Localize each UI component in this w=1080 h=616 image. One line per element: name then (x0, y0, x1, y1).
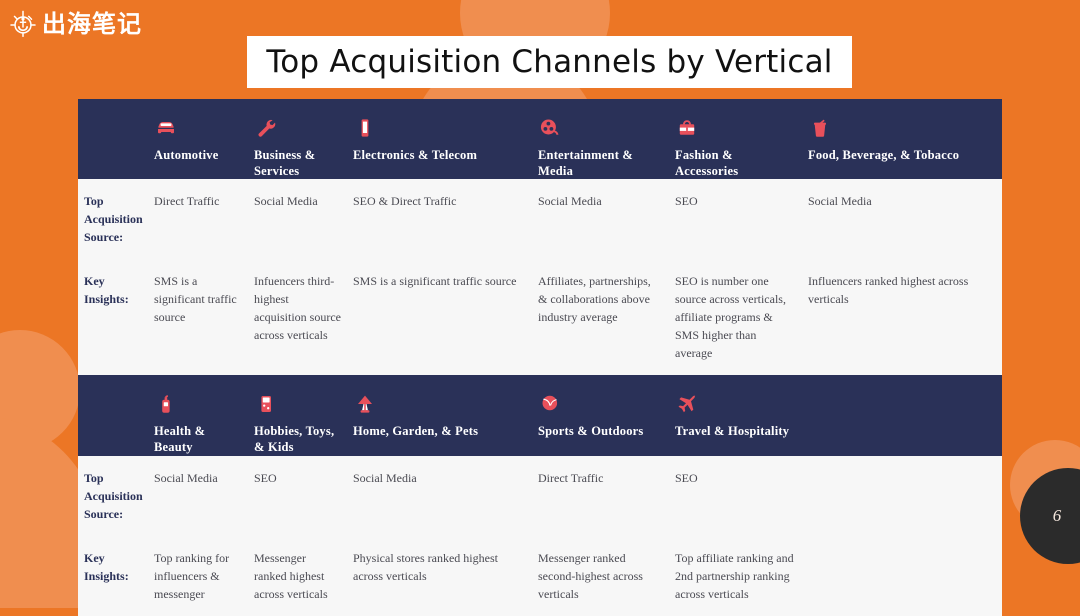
table-header-row-1: Automotive Business & Services Electroni… (78, 99, 1002, 180)
cell-value: SEO is number one source across vertical… (675, 274, 786, 361)
column-header-label: Food, Beverage, & Tobacco (808, 148, 960, 162)
handbag-icon (675, 117, 699, 141)
column-header-label: Travel & Hospitality (675, 424, 790, 439)
cell-value: Messenger ranked second-highest across v… (538, 550, 643, 601)
column-header-label: Hobbies, Toys, & Kids (254, 424, 335, 455)
handheld-game-console-icon (254, 393, 278, 417)
slide-title: Top Acquisition Channels by Vertical (266, 44, 833, 80)
column-header-label: Fashion & Accessories (675, 148, 739, 178)
table-row-key-insights-2: Key Insights: Top ranking for influencer… (78, 535, 1002, 616)
table-row-top-acquisition-source-1: Top Acquisition Source: Direct Traffic S… (78, 179, 1002, 260)
column-header-label: Electronics & Telecom (353, 148, 478, 162)
row-label: Top Acquisition Source: (84, 470, 143, 521)
airplane-icon (675, 393, 699, 417)
film-reel-icon (538, 117, 562, 141)
column-header-travel-hospitality: Travel & Hospitality (675, 375, 808, 455)
cell-value: SEO (675, 194, 698, 209)
cell-value: Social Media (254, 194, 318, 209)
column-header-label: Business & Services (254, 148, 316, 178)
column-header-electronics-telecom: Electronics & Telecom (353, 99, 538, 179)
column-header-label: Automotive (154, 148, 219, 162)
column-header-hobbies-toys-kids: Hobbies, Toys, & Kids (254, 375, 353, 455)
cell-value: SEO (675, 470, 698, 485)
column-header-automotive: Automotive (154, 99, 254, 179)
row-label: Key Insights: (84, 550, 129, 583)
slide-title-box: Top Acquisition Channels by Vertical (247, 36, 852, 88)
header-spacer-1 (84, 99, 154, 179)
cell-value: Social Media (154, 470, 218, 485)
row-label: Top Acquisition Source: (84, 194, 143, 245)
brand-logo: 出海笔记 (8, 9, 142, 39)
cell-value: Social Media (808, 194, 872, 209)
brand-name: 出海笔记 (42, 10, 142, 38)
cell-value: Infuencers third-highest acquisition sou… (254, 274, 341, 343)
column-header-sports-outdoors: Sports & Outdoors (538, 375, 675, 455)
drink-cup-icon (808, 117, 832, 141)
cell-value: SMS is a significant traffic source (154, 274, 237, 325)
lotion-bottle-icon (154, 393, 178, 417)
column-header-label: Sports & Outdoors (538, 424, 644, 439)
table-row-top-acquisition-source-2: Top Acquisition Source: Social Media SEO… (78, 455, 1002, 536)
column-header-label: Home, Garden, & Pets (353, 424, 479, 439)
column-header-label: Entertainment & Media (538, 148, 633, 178)
car-icon (154, 117, 178, 141)
row-label: Key Insights: (84, 274, 129, 307)
cell-value: SMS is a significant traffic source (353, 274, 517, 289)
cell-value: SEO (254, 470, 277, 485)
column-header-home-garden-pets: Home, Garden, & Pets (353, 375, 538, 455)
mobile-phone-icon (353, 117, 377, 141)
cell-value: Influencers ranked highest across vertic… (808, 274, 969, 307)
page-number: 6 (1052, 506, 1062, 525)
cell-value: Affiliates, partnerships, & collaboratio… (538, 274, 651, 325)
cell-value: Direct Traffic (154, 194, 220, 209)
table-row-key-insights-1: Key Insights: SMS is a significant traff… (78, 259, 1002, 376)
column-header-empty (808, 375, 998, 455)
column-header-business-services: Business & Services (254, 99, 353, 179)
cell-value: Social Media (538, 194, 602, 209)
tennis-ball-icon (538, 393, 562, 417)
table-header-row-2: Health & Beauty Hobbies, Toys, & Kids Ho… (78, 375, 1002, 456)
cell-value: Physical stores ranked highest across ve… (353, 550, 498, 583)
cell-value: Social Media (353, 470, 417, 485)
ship-wheel-anchor-icon (8, 9, 38, 39)
wrench-icon (254, 117, 278, 141)
acquisition-channels-table: Automotive Business & Services Electroni… (78, 99, 1002, 616)
table-lamp-icon (353, 393, 377, 417)
cell-value: SEO & Direct Traffic (353, 194, 457, 209)
column-header-fashion-accessories: Fashion & Accessories (675, 99, 808, 179)
cell-value: Top affiliate ranking and 2nd partnershi… (675, 550, 794, 601)
column-header-entertainment-media: Entertainment & Media (538, 99, 675, 179)
cell-value: Top ranking for influencers & messenger (154, 550, 230, 601)
cell-value: Messenger ranked highest across vertical… (254, 550, 328, 601)
header-spacer-2 (84, 375, 154, 455)
column-header-label: Health & Beauty (154, 424, 206, 455)
cell-value: Direct Traffic (538, 470, 604, 485)
column-header-health-beauty: Health & Beauty (154, 375, 254, 455)
column-header-food-beverage-tobacco: Food, Beverage, & Tobacco (808, 99, 998, 179)
